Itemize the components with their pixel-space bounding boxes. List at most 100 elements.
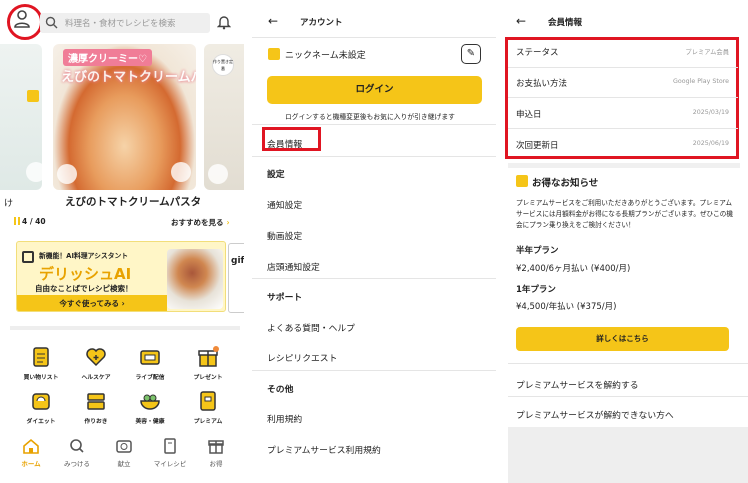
page-indicator-text: 4 / 40 <box>22 217 46 226</box>
divider <box>252 124 496 125</box>
see-more-link[interactable]: おすすめを見る › <box>171 217 230 228</box>
menu-notification-settings[interactable]: 通知設定 <box>267 198 302 211</box>
notice-logo-icon <box>516 175 528 187</box>
section-divider <box>508 163 740 168</box>
menu-premium-terms[interactable]: プレミアムサービス利用規約 <box>267 443 381 456</box>
search-input[interactable]: 料理名・食材でレシピを検索 <box>40 13 210 33</box>
shortcut-present[interactable]: プレゼント <box>188 346 228 381</box>
shortcut-label: 作りおき <box>84 419 108 425</box>
nav-deals[interactable]: お得 <box>196 438 236 468</box>
shortcut-meal-prep[interactable]: 作りおき <box>76 390 116 425</box>
member-info-screen: ← 会員情報 ステータス プレミアム会員 お支払い方法 Google Play … <box>500 0 748 483</box>
cannot-cancel-link[interactable]: プレミアムサービスが解約できない方へ <box>516 408 674 421</box>
play-icon[interactable] <box>57 164 77 184</box>
home-icon <box>23 438 39 454</box>
page-indicator: 4 / 40 <box>14 217 46 226</box>
side-promo-text: gif <box>231 256 244 266</box>
login-note: ログインすると機種変更後もお気に入りが引き継げます <box>285 113 455 121</box>
heart-badge-icon <box>27 90 39 102</box>
back-arrow-icon[interactable]: ← <box>516 14 526 28</box>
page-title: 会員情報 <box>548 18 583 28</box>
info-label: 次回更新日 <box>516 141 559 151</box>
premium-icon <box>197 390 219 412</box>
edit-nickname-button[interactable]: ✎ <box>461 44 481 64</box>
shortcut-label: 美容・健康 <box>135 419 165 425</box>
recipe-card-prev[interactable] <box>0 44 46 190</box>
settings-section-header: 設定 <box>267 170 285 180</box>
member-info-link[interactable]: 会員情報 <box>267 137 302 150</box>
home-top-bar: 料理名・食材でレシピを検索 <box>0 0 244 44</box>
shortcut-label: プレゼント <box>193 375 223 381</box>
ai-try-now-label: 今すぐ使ってみる <box>59 299 119 308</box>
home-screen: 料理名・食材でレシピを検索 濃厚クリーミー♡ えびのトマトクリームパスタ 作り置… <box>0 0 244 483</box>
login-button[interactable]: ログイン <box>267 76 482 104</box>
live-stream-icon <box>139 346 161 368</box>
menu-faq-help[interactable]: よくある質問・ヘルプ <box>267 321 355 334</box>
nav-discover[interactable]: みつける <box>57 438 97 468</box>
nickname-logo-icon <box>268 48 280 60</box>
recipe-card-main[interactable]: 濃厚クリーミー♡ えびのトマトクリームパスタ <box>53 44 196 190</box>
nav-home[interactable]: ホーム <box>11 438 51 468</box>
user-icon[interactable] <box>10 7 34 34</box>
notice-title: お得なお知らせ <box>532 178 599 189</box>
play-icon <box>26 162 46 182</box>
shortcut-live-stream[interactable]: ライブ配信 <box>130 346 170 381</box>
ai-assistant-banner[interactable]: 新機能！AI料理アシスタント デリッシュAI 自由なことばでレシピ検索！ 今すぐ… <box>16 241 226 312</box>
other-section-header: その他 <box>267 385 294 395</box>
shortcut-diet[interactable]: ダイエット <box>21 390 61 425</box>
search-icon <box>45 16 58 32</box>
see-more-label: おすすめを見る <box>171 218 224 227</box>
my-recipe-icon <box>164 438 176 454</box>
details-button[interactable]: 詳しくはこちら <box>516 327 729 351</box>
divider <box>508 97 738 98</box>
cancel-premium-link[interactable]: プレミアムサービスを解約する <box>516 378 639 391</box>
nav-label: マイレシピ <box>153 460 187 468</box>
nickname-label: ニックネーム未設定 <box>285 51 366 61</box>
shortcut-healthcare[interactable]: ヘルスケア <box>76 346 116 381</box>
shortcut-label: ヘルスケア <box>81 375 111 381</box>
info-value: Google Play Store <box>673 78 729 85</box>
shortcut-label: プレミアム <box>193 419 223 425</box>
beauty-health-icon <box>139 390 161 412</box>
shortcut-label: 買い物リスト <box>23 375 59 381</box>
ai-banner-food-image <box>167 249 223 309</box>
shortcut-shopping-list[interactable]: 買い物リスト <box>21 346 61 381</box>
nav-label: 献立 <box>117 460 131 468</box>
plan-name: 半年プラン <box>516 246 559 256</box>
nav-label: みつける <box>64 460 90 468</box>
info-label: 申込日 <box>516 110 542 120</box>
search-icon <box>70 439 84 453</box>
banner-catchphrase: 濃厚クリーミー♡ <box>63 49 152 66</box>
bell-icon[interactable] <box>216 14 232 33</box>
info-row-payment-method: お支払い方法 Google Play Store <box>516 77 729 93</box>
plan-price: ¥2,400/6ヶ月払い (¥400/月) <box>516 264 631 274</box>
menu-plan-icon <box>116 440 132 453</box>
nav-my-recipe[interactable]: マイレシピ <box>150 438 190 468</box>
side-promo-card[interactable]: gif <box>228 243 244 313</box>
menu-video-settings[interactable]: 動画設定 <box>267 229 302 242</box>
recipe-title[interactable]: えびのトマトクリームパスタ <box>65 194 201 209</box>
support-section-header: サポート <box>267 293 303 303</box>
shortcut-beauty-health[interactable]: 美容・健康 <box>130 390 170 425</box>
recipe-carousel[interactable]: 濃厚クリーミー♡ えびのトマトクリームパスタ 作り置き定番 <box>0 44 244 190</box>
divider <box>508 128 738 129</box>
menu-terms-of-use[interactable]: 利用規約 <box>267 412 302 425</box>
ai-logo-icon <box>22 251 34 263</box>
info-label: ステータス <box>516 48 559 58</box>
info-value: 2025/03/19 <box>692 109 729 116</box>
info-row-next-renewal: 次回更新日 2025/06/19 <box>516 139 729 155</box>
ai-banner-title: デリッシュAI <box>39 265 132 283</box>
side-card-tag: 作り置き定番 <box>212 54 234 76</box>
play-icon <box>208 164 228 184</box>
page-title: アカウント <box>300 18 343 28</box>
deals-icon <box>208 440 224 454</box>
shortcut-premium[interactable]: プレミアム <box>188 390 228 425</box>
menu-recipe-request[interactable]: レシピリクエスト <box>267 351 337 364</box>
back-arrow-icon[interactable]: ← <box>268 14 278 28</box>
ai-try-now-button[interactable]: 今すぐ使ってみる › <box>17 295 167 311</box>
divider <box>508 363 748 364</box>
nav-menu-plan[interactable]: 献立 <box>104 438 144 468</box>
menu-store-notification-settings[interactable]: 店頭通知設定 <box>267 260 320 273</box>
save-folder-icon[interactable] <box>171 162 191 182</box>
shopping-list-icon <box>30 346 52 368</box>
